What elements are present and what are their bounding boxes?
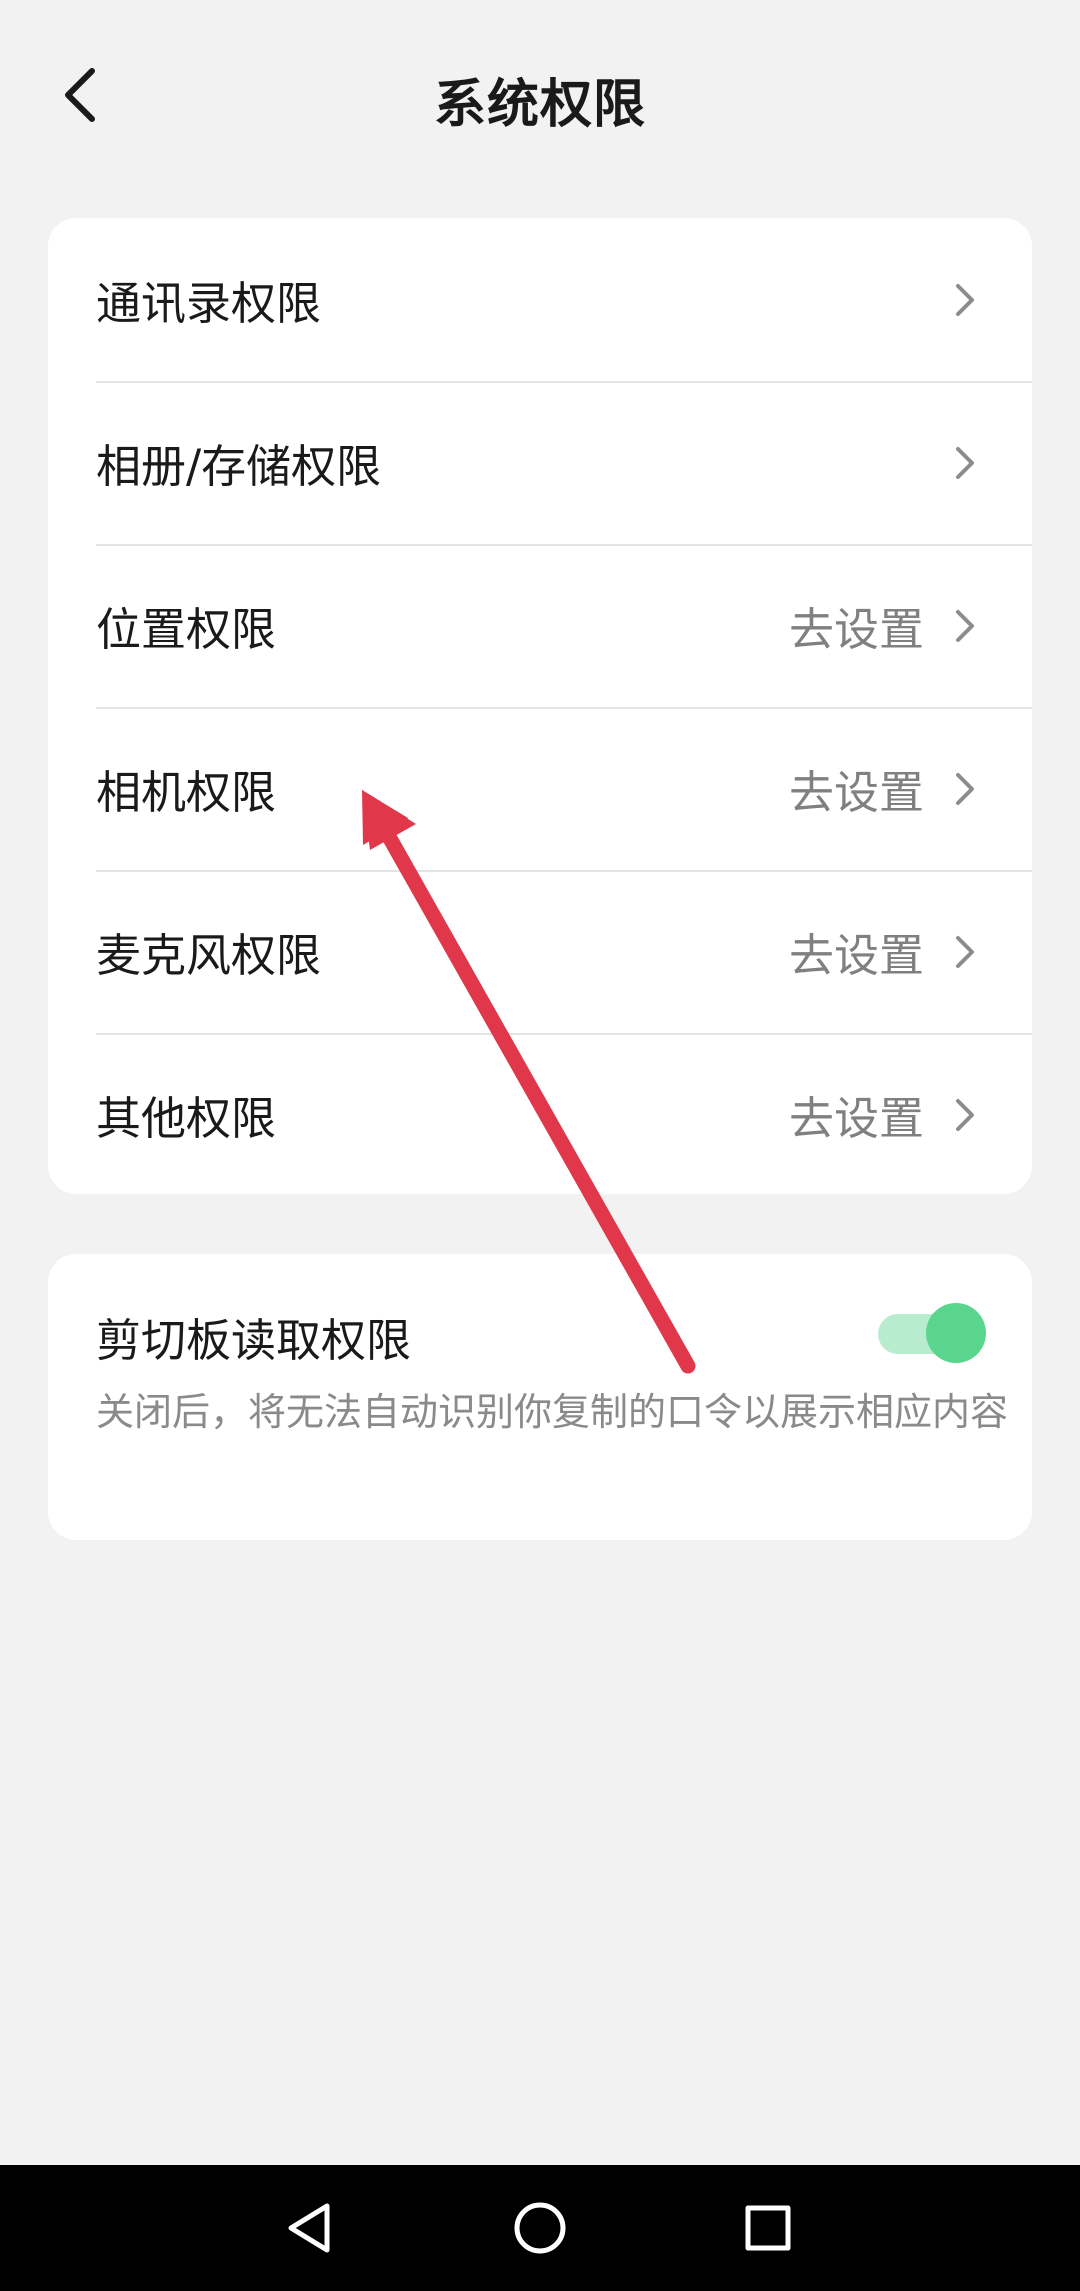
- toggle-knob: [926, 1303, 986, 1363]
- clipboard-toggle[interactable]: [876, 1302, 986, 1364]
- square-recents-icon: [745, 2205, 791, 2251]
- permission-label: 其他权限: [96, 1092, 277, 1145]
- chevron-right-icon: [950, 1095, 980, 1135]
- permission-row-album-storage[interactable]: 相册/存储权限: [48, 381, 1032, 544]
- permission-action: 去设置: [788, 603, 924, 656]
- chevron-right-icon: [950, 280, 980, 320]
- circle-home-icon: [514, 2202, 566, 2254]
- permission-label: 相册/存储权限: [96, 440, 382, 493]
- permission-row-camera[interactable]: 相机权限 去设置: [48, 707, 1032, 870]
- clipboard-description: 关闭后，将无法自动识别你复制的口令以展示相应内容: [96, 1390, 1009, 1434]
- triangle-back-icon: [288, 2203, 330, 2253]
- clipboard-title: 剪切板读取权限: [96, 1314, 412, 1367]
- nav-recents-button[interactable]: [733, 2193, 803, 2263]
- permissions-card: 通讯录权限 相册/存储权限 位置权限 去设置 相机权限 去设置 麦克风权限 去设…: [48, 218, 1032, 1194]
- permission-action: 去设置: [788, 766, 924, 819]
- chevron-right-icon: [950, 606, 980, 646]
- permission-action: 去设置: [788, 929, 924, 982]
- system-nav-bar: [0, 2165, 1080, 2291]
- permission-row-location[interactable]: 位置权限 去设置: [48, 544, 1032, 707]
- page-title: 系统权限: [433, 75, 646, 135]
- top-app-bar: 系统权限: [0, 40, 1080, 150]
- nav-home-button[interactable]: [505, 2193, 575, 2263]
- permission-action: 去设置: [788, 1092, 924, 1145]
- chevron-right-icon: [950, 769, 980, 809]
- permission-label: 相机权限: [96, 766, 277, 819]
- permission-label: 通讯录权限: [96, 277, 322, 330]
- permission-row-contacts[interactable]: 通讯录权限: [48, 218, 1032, 381]
- nav-back-button[interactable]: [274, 2193, 344, 2263]
- permission-row-microphone[interactable]: 麦克风权限 去设置: [48, 870, 1032, 1033]
- chevron-right-icon: [950, 443, 980, 483]
- permission-label: 麦克风权限: [96, 929, 322, 982]
- permission-label: 位置权限: [96, 603, 277, 656]
- chevron-right-icon: [950, 932, 980, 972]
- permission-row-other[interactable]: 其他权限 去设置: [48, 1033, 1032, 1194]
- clipboard-card: 剪切板读取权限 关闭后，将无法自动识别你复制的口令以展示相应内容: [48, 1254, 1032, 1540]
